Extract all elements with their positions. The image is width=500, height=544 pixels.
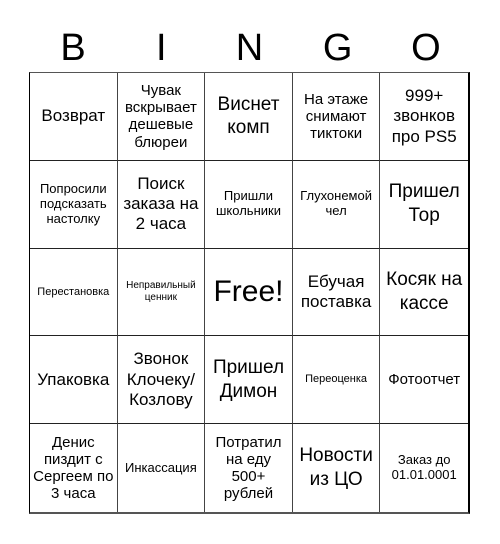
free-cell[interactable]: Free! bbox=[205, 248, 293, 337]
bingo-cell[interactable]: Перестановка bbox=[30, 248, 118, 337]
bingo-cell[interactable]: Виснет комп bbox=[205, 73, 293, 161]
bingo-cell[interactable]: Фотоотчет bbox=[380, 336, 468, 425]
bingo-cell[interactable]: Неправильный ценник bbox=[117, 248, 206, 337]
bingo-cell[interactable]: Инкассация bbox=[118, 424, 206, 512]
bingo-cell[interactable]: Ебучая поставка bbox=[292, 248, 381, 337]
header-letter-o: O bbox=[411, 27, 441, 69]
bingo-cell[interactable]: Возврат bbox=[30, 73, 118, 161]
bingo-cell[interactable]: Переоценка bbox=[292, 336, 381, 425]
bingo-cell[interactable]: Пришел Тор bbox=[380, 161, 468, 249]
header-letter-b: B bbox=[60, 27, 86, 69]
bingo-header: B I N G O bbox=[29, 24, 470, 72]
bingo-cell[interactable]: Попросили подсказать настолку bbox=[30, 160, 118, 249]
bingo-cell[interactable]: Глухонемой чел bbox=[292, 160, 381, 249]
bingo-cell[interactable]: Поиск заказа на 2 часа bbox=[117, 160, 206, 249]
bingo-cell[interactable]: Пришли школьники bbox=[205, 160, 293, 249]
bingo-cell[interactable]: Косяк на кассе bbox=[380, 249, 468, 337]
bingo-grid: Возврат Чувак вскрывает дешевые блюреи В… bbox=[29, 72, 470, 514]
bingo-cell[interactable]: Пришел Димон bbox=[205, 336, 293, 425]
header-letter-g: G bbox=[322, 27, 353, 69]
bingo-cell[interactable]: Новости из ЦО bbox=[293, 424, 381, 512]
bingo-cell[interactable]: Чувак вскрывает дешевые блюреи bbox=[117, 73, 206, 161]
bingo-cell[interactable]: Упаковка bbox=[30, 336, 118, 425]
bingo-cell[interactable]: Звонок Клочеку/ Козлову bbox=[117, 336, 206, 425]
bingo-cell[interactable]: Денис пиздит с Сергеем по 3 часа bbox=[30, 424, 118, 512]
header-letter-n: N bbox=[235, 27, 264, 69]
bingo-cell[interactable]: Потратил на еду 500+ рублей bbox=[205, 424, 293, 512]
bingo-cell[interactable]: На этаже снимают тиктоки bbox=[292, 73, 381, 161]
bingo-cell[interactable]: 999+ звонков про PS5 bbox=[380, 73, 468, 161]
header-letter-i: I bbox=[156, 27, 167, 69]
bingo-cell[interactable]: Заказ до 01.01.0001 bbox=[380, 424, 468, 512]
